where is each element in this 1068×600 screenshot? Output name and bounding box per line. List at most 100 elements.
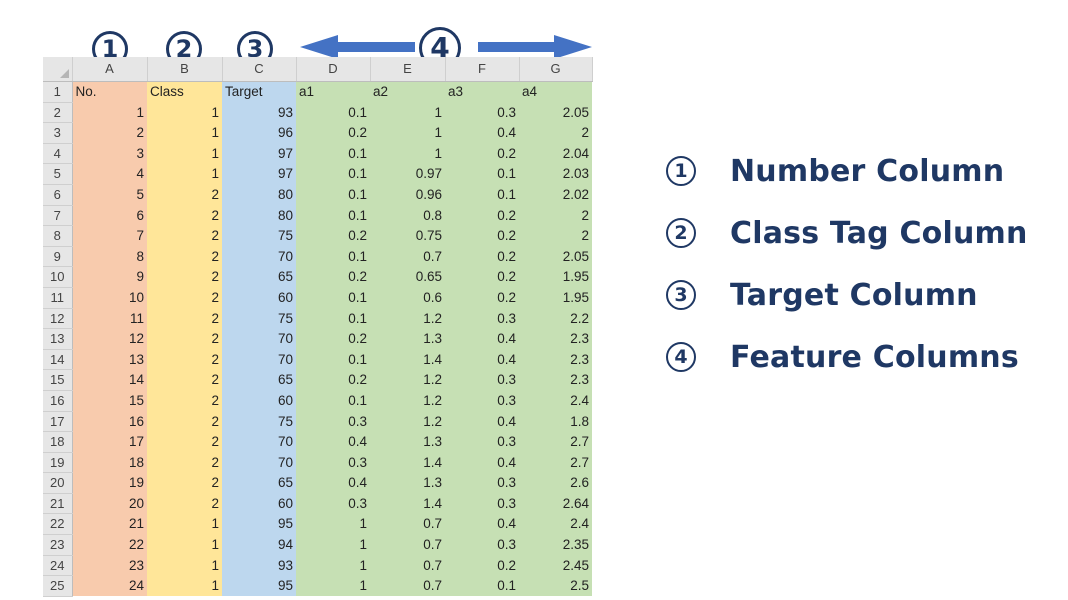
cell-a2[interactable]: 1.2 bbox=[370, 308, 445, 329]
column-header-f[interactable]: F bbox=[445, 57, 520, 82]
cell-no[interactable]: 1 bbox=[72, 102, 147, 123]
cell-a1[interactable]: 0.1 bbox=[296, 287, 370, 309]
cell-no[interactable]: 17 bbox=[72, 431, 147, 453]
cell-a2[interactable]: 0.8 bbox=[370, 205, 445, 226]
cell-class[interactable]: 2 bbox=[147, 411, 222, 432]
cell-a2[interactable]: 1.3 bbox=[370, 328, 445, 350]
cell-a4[interactable]: 1.95 bbox=[519, 266, 592, 288]
cell-target[interactable]: 70 bbox=[222, 431, 296, 453]
row-number[interactable]: 7 bbox=[43, 205, 73, 227]
row-number[interactable]: 21 bbox=[43, 493, 73, 515]
cell-no[interactable]: 19 bbox=[72, 472, 147, 494]
cell-no[interactable]: 3 bbox=[72, 143, 147, 164]
cell-no[interactable]: 18 bbox=[72, 452, 147, 473]
header-cell-a4[interactable]: a4 bbox=[519, 81, 592, 103]
cell-a1[interactable]: 0.3 bbox=[296, 493, 370, 514]
cell-target[interactable]: 80 bbox=[222, 205, 296, 226]
cell-a2[interactable]: 1.2 bbox=[370, 369, 445, 391]
cell-class[interactable]: 1 bbox=[147, 143, 222, 164]
header-cell-class[interactable]: Class bbox=[147, 81, 222, 103]
cell-a4[interactable]: 2.5 bbox=[519, 575, 592, 597]
cell-no[interactable]: 23 bbox=[72, 555, 147, 576]
cell-target[interactable]: 60 bbox=[222, 493, 296, 514]
cell-a4[interactable]: 2 bbox=[519, 122, 592, 144]
column-header-e[interactable]: E bbox=[370, 57, 446, 82]
cell-no[interactable]: 5 bbox=[72, 184, 147, 206]
cell-class[interactable]: 1 bbox=[147, 555, 222, 576]
row-number[interactable]: 6 bbox=[43, 184, 73, 206]
cell-a2[interactable]: 0.65 bbox=[370, 266, 445, 288]
cell-no[interactable]: 16 bbox=[72, 411, 147, 432]
header-cell-a2[interactable]: a2 bbox=[370, 81, 445, 103]
header-cell-a1[interactable]: a1 bbox=[296, 81, 370, 103]
cell-a2[interactable]: 1.2 bbox=[370, 390, 445, 411]
cell-target[interactable]: 80 bbox=[222, 184, 296, 206]
cell-a3[interactable]: 0.4 bbox=[445, 452, 519, 473]
cell-a1[interactable]: 0.4 bbox=[296, 472, 370, 494]
cell-no[interactable]: 4 bbox=[72, 163, 147, 185]
cell-a2[interactable]: 1 bbox=[370, 143, 445, 164]
row-number[interactable]: 10 bbox=[43, 266, 73, 288]
cell-class[interactable]: 2 bbox=[147, 431, 222, 453]
cell-a4[interactable]: 2.05 bbox=[519, 102, 592, 123]
cell-a3[interactable]: 0.3 bbox=[445, 102, 519, 123]
cell-class[interactable]: 1 bbox=[147, 102, 222, 123]
row-number[interactable]: 20 bbox=[43, 472, 73, 494]
row-number[interactable]: 25 bbox=[43, 575, 73, 597]
cell-a1[interactable]: 0.1 bbox=[296, 102, 370, 123]
cell-a3[interactable]: 0.3 bbox=[445, 390, 519, 411]
cell-a3[interactable]: 0.4 bbox=[445, 122, 519, 144]
row-number[interactable]: 23 bbox=[43, 534, 73, 556]
cell-a3[interactable]: 0.1 bbox=[445, 163, 519, 185]
cell-a1[interactable]: 0.1 bbox=[296, 163, 370, 185]
row-number[interactable]: 22 bbox=[43, 513, 73, 536]
cell-a1[interactable]: 0.2 bbox=[296, 225, 370, 247]
cell-class[interactable]: 1 bbox=[147, 163, 222, 185]
cell-a4[interactable]: 2.2 bbox=[519, 308, 592, 329]
row-number[interactable]: 16 bbox=[43, 390, 73, 412]
cell-target[interactable]: 70 bbox=[222, 349, 296, 370]
cell-a2[interactable]: 1 bbox=[370, 122, 445, 144]
cell-no[interactable]: 7 bbox=[72, 225, 147, 247]
cell-a3[interactable]: 0.1 bbox=[445, 575, 519, 597]
cell-a2[interactable]: 0.75 bbox=[370, 225, 445, 247]
cell-a1[interactable]: 0.2 bbox=[296, 122, 370, 144]
cell-a3[interactable]: 0.2 bbox=[445, 287, 519, 309]
cell-no[interactable]: 13 bbox=[72, 349, 147, 370]
cell-a4[interactable]: 2.35 bbox=[519, 534, 592, 556]
cell-class[interactable]: 1 bbox=[147, 534, 222, 556]
cell-a2[interactable]: 1 bbox=[370, 102, 445, 123]
cell-target[interactable]: 97 bbox=[222, 143, 296, 164]
column-header-a[interactable]: A bbox=[72, 57, 148, 82]
cell-no[interactable]: 12 bbox=[72, 328, 147, 350]
row-number[interactable]: 8 bbox=[43, 225, 73, 247]
cell-target[interactable]: 97 bbox=[222, 163, 296, 185]
cell-a1[interactable]: 0.1 bbox=[296, 246, 370, 267]
cell-class[interactable]: 2 bbox=[147, 452, 222, 473]
cell-target[interactable]: 75 bbox=[222, 411, 296, 432]
cell-a3[interactable]: 0.3 bbox=[445, 534, 519, 556]
row-number[interactable]: 3 bbox=[43, 122, 73, 144]
cell-a3[interactable]: 0.4 bbox=[445, 411, 519, 432]
cell-a3[interactable]: 0.3 bbox=[445, 493, 519, 514]
cell-a3[interactable]: 0.2 bbox=[445, 266, 519, 288]
cell-a1[interactable]: 0.2 bbox=[296, 369, 370, 391]
cell-class[interactable]: 1 bbox=[147, 575, 222, 597]
cell-a3[interactable]: 0.2 bbox=[445, 246, 519, 267]
cell-a4[interactable]: 2 bbox=[519, 205, 592, 226]
cell-target[interactable]: 95 bbox=[222, 513, 296, 535]
cell-class[interactable]: 2 bbox=[147, 266, 222, 288]
cell-no[interactable]: 9 bbox=[72, 266, 147, 288]
cell-a1[interactable]: 0.2 bbox=[296, 266, 370, 288]
cell-no[interactable]: 20 bbox=[72, 493, 147, 514]
cell-target[interactable]: 60 bbox=[222, 390, 296, 411]
cell-a2[interactable]: 0.6 bbox=[370, 287, 445, 309]
cell-a1[interactable]: 0.4 bbox=[296, 431, 370, 453]
cell-class[interactable]: 2 bbox=[147, 493, 222, 514]
cell-a4[interactable]: 2.3 bbox=[519, 349, 592, 370]
cell-target[interactable]: 60 bbox=[222, 287, 296, 309]
cell-no[interactable]: 10 bbox=[72, 287, 147, 309]
cell-a4[interactable]: 2.4 bbox=[519, 513, 592, 535]
cell-target[interactable]: 96 bbox=[222, 122, 296, 144]
cell-a2[interactable]: 1.2 bbox=[370, 411, 445, 432]
